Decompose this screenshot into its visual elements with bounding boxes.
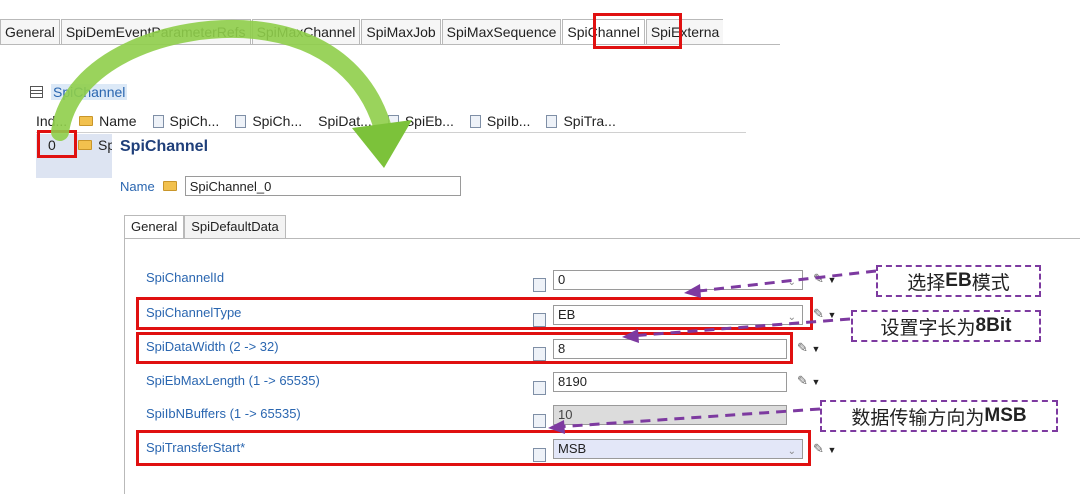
green-curved-arrow	[51, 20, 393, 141]
purple-dashed-arrow	[629, 317, 851, 338]
purple-dashed-arrow	[555, 407, 821, 429]
purple-arrow-head	[684, 284, 701, 298]
callout-bold: 8Bit	[975, 315, 1012, 336]
callout-bold: EB	[945, 270, 972, 291]
callout-word-length: 设置字长为 8Bit	[851, 310, 1041, 342]
callout-text: 选择	[907, 272, 946, 294]
callout-text: 数据传输方向为	[851, 407, 985, 429]
callout-msb: 数据传输方向为 MSB	[820, 400, 1058, 432]
callout-tail: 模式	[971, 272, 1010, 294]
callout-eb-mode: 选择 EB 模式	[876, 265, 1041, 297]
green-arrow-head	[352, 120, 412, 168]
purple-arrow-head	[622, 329, 639, 343]
purple-dashed-arrow	[689, 269, 877, 294]
purple-arrow-head	[548, 420, 565, 434]
callout-bold: MSB	[984, 405, 1027, 426]
callout-text: 设置字长为	[880, 317, 976, 339]
